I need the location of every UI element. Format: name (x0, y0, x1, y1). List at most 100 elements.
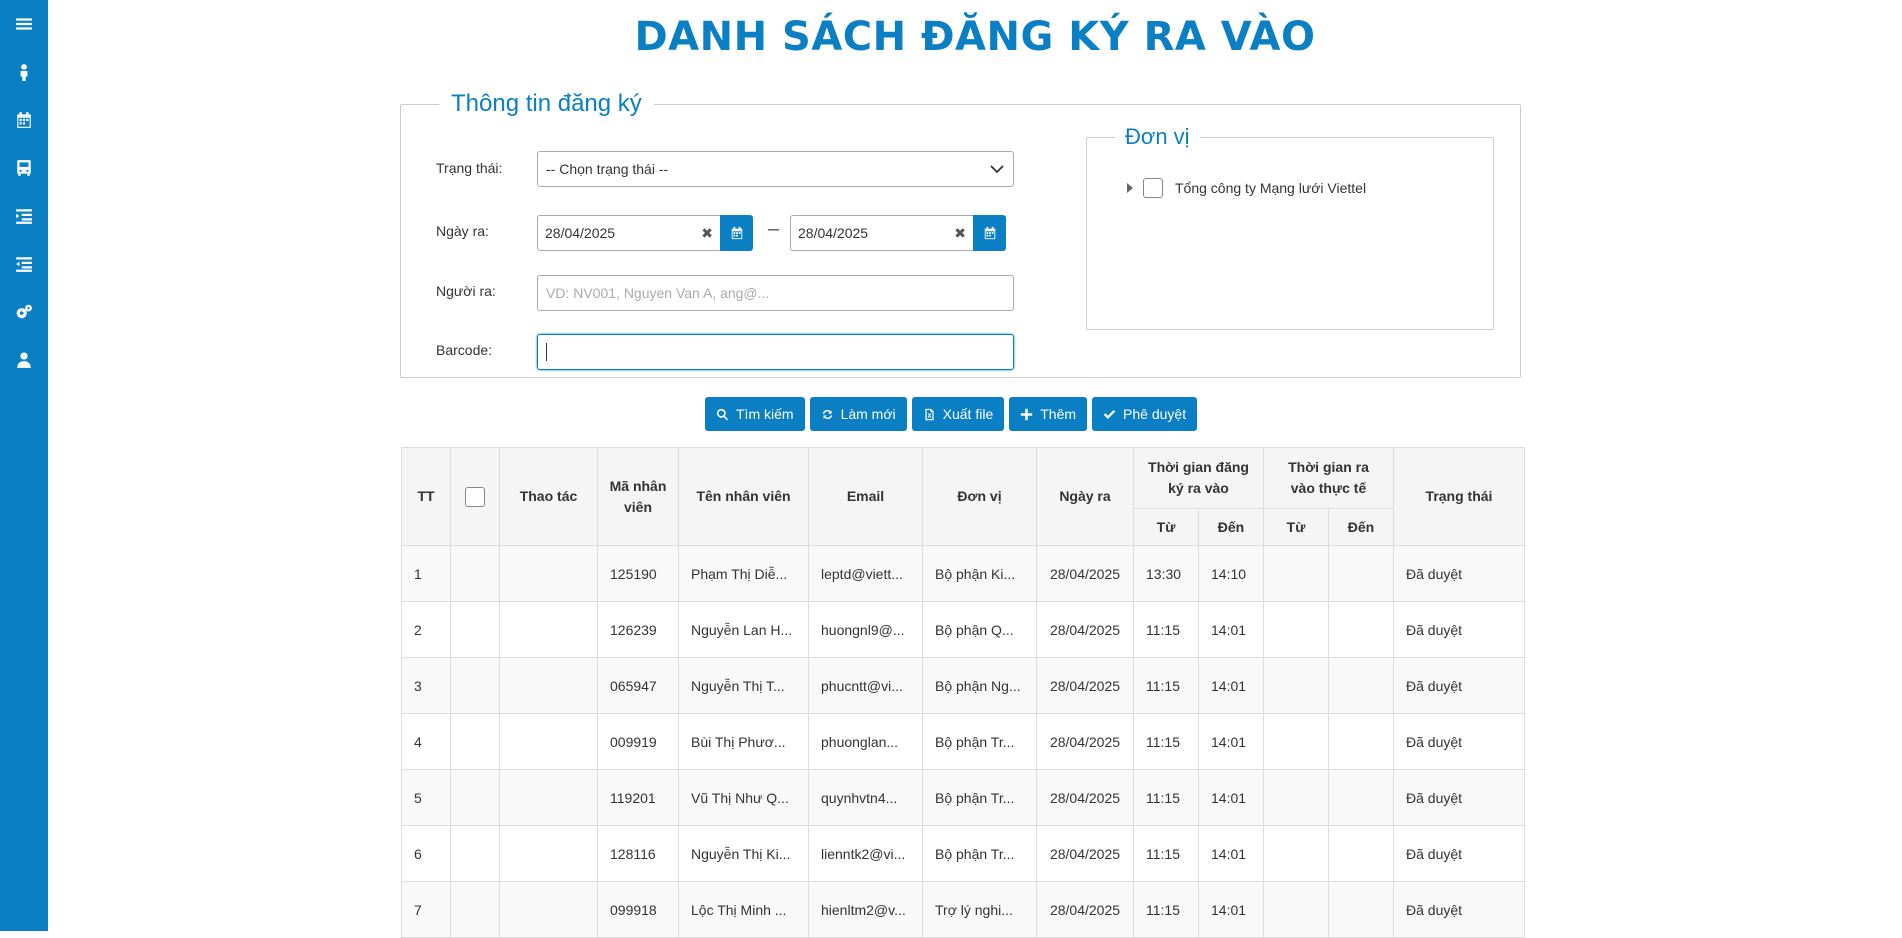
cell-action (499, 769, 598, 826)
cell-action (499, 713, 598, 770)
cell-reg-to: 14:01 (1198, 769, 1264, 826)
cell-reg-from: 11:15 (1133, 601, 1199, 658)
cell-act-to (1328, 713, 1394, 770)
approve-button[interactable]: Phê duyệt (1092, 397, 1198, 431)
plus-icon (1021, 408, 1033, 420)
unit-tree-label[interactable]: Tổng công ty Mạng lưới Viettel (1175, 180, 1366, 196)
cell-tt: 1 (401, 545, 451, 602)
user-icon[interactable] (0, 340, 48, 380)
cell-code: 128116 (597, 825, 679, 882)
date-to-group: 28/04/2025 ✖ (790, 215, 1006, 251)
refresh-button[interactable]: Làm mới (809, 397, 907, 431)
list-outdent-icon[interactable] (0, 244, 48, 284)
cell-date: 28/04/2025 (1036, 881, 1134, 938)
table-row[interactable]: 5 119201 Vũ Thị Như Q... quynhvtn4... Bộ phậ… (401, 769, 1525, 826)
cell-name[interactable]: Bùi Thị Phươ... (678, 713, 809, 770)
table-row[interactable]: 4 009919 Bùi Thị Phươ... phuonglan... Bộ phậ… (401, 713, 1525, 770)
cell-act-to (1328, 769, 1394, 826)
select-all-checkbox[interactable] (465, 487, 485, 508)
cell-date: 28/04/2025 (1036, 769, 1134, 826)
cell-action (499, 545, 598, 602)
cell-act-from (1263, 713, 1329, 770)
add-button-label: Thêm (1040, 406, 1077, 422)
col-header-reg-time: Thời gian đăng ký ra vào (1133, 447, 1264, 509)
cell-unit: Bộ phận Ki... (922, 545, 1037, 602)
col-header-actual-time: Thời gian ra vào thực tế (1263, 447, 1394, 509)
date-from-calendar-button[interactable] (720, 215, 753, 251)
cell-status: Đã duyệt (1393, 601, 1525, 658)
cell-act-to (1328, 881, 1394, 938)
col-header-reg-to: Đến (1198, 508, 1264, 546)
page-title: DANH SÁCH ĐĂNG KÝ RA VÀO (634, 14, 1316, 60)
cell-email[interactable]: phuonglan... (808, 713, 923, 770)
search-button[interactable]: Tìm kiếm (705, 397, 805, 431)
cell-status: Đã duyệt (1393, 769, 1525, 826)
date-from-group: 28/04/2025 ✖ (537, 215, 753, 251)
person-input[interactable]: VD: NV001, Nguyen Van A, ang@... (537, 275, 1014, 311)
check-icon (1103, 409, 1116, 419)
cell-status: Đã duyệt (1393, 881, 1525, 938)
status-select[interactable]: -- Chọn trạng thái -- (537, 151, 1014, 187)
cell-email[interactable]: phucntt@vi... (808, 657, 923, 714)
menu-icon[interactable] (0, 4, 48, 44)
col-header-select (450, 447, 500, 546)
calendar-icon[interactable] (0, 100, 48, 140)
cell-reg-to: 14:01 (1198, 657, 1264, 714)
table-row[interactable]: 2 126239 Nguyễn Lan H... huongnl9@... Bộ phậ… (401, 601, 1525, 658)
text-caret (546, 343, 547, 361)
cell-status: Đã duyệt (1393, 657, 1525, 714)
clear-date-from-icon[interactable]: ✖ (701, 225, 713, 242)
person-icon[interactable] (0, 52, 48, 92)
refresh-button-label: Làm mới (840, 406, 896, 422)
cell-email[interactable]: lienntk2@vi... (808, 825, 923, 882)
cell-name[interactable]: Nguyễn Thị Ki... (678, 825, 809, 882)
cell-date: 28/04/2025 (1036, 657, 1134, 714)
expand-arrow-icon[interactable] (1127, 183, 1133, 193)
table-row[interactable]: 7 099918 Lộc Thị Minh ... hienltm2@v... Trợ … (401, 881, 1525, 938)
cell-name[interactable]: Vũ Thị Như Q... (678, 769, 809, 826)
table-row[interactable]: 6 128116 Nguyễn Thị Ki... lienntk2@vi... Bộ … (401, 825, 1525, 882)
person-label: Người ra: (436, 283, 496, 299)
cell-reg-to: 14:01 (1198, 601, 1264, 658)
cell-unit: Trợ lý nghi... (922, 881, 1037, 938)
unit-checkbox[interactable] (1143, 178, 1163, 198)
cell-select (450, 713, 500, 770)
cell-select (450, 601, 500, 658)
settings-icon[interactable] (0, 292, 48, 332)
barcode-input[interactable] (537, 334, 1014, 370)
col-header-tt: TT (401, 447, 451, 546)
unit-tree-node: Tổng công ty Mạng lưới Viettel (1127, 178, 1366, 198)
table-row[interactable]: 1 125190 Phạm Thị Diễ... leptd@viett... Bộ p… (401, 545, 1525, 602)
cell-name[interactable]: Lộc Thị Minh ... (678, 881, 809, 938)
cell-reg-to: 14:01 (1198, 825, 1264, 882)
cell-reg-from: 11:15 (1133, 657, 1199, 714)
cell-name[interactable]: Nguyễn Thị T... (678, 657, 809, 714)
list-indent-icon[interactable] (0, 196, 48, 236)
add-button[interactable]: Thêm (1009, 397, 1088, 431)
cell-status: Đã duyệt (1393, 545, 1525, 602)
cell-date: 28/04/2025 (1036, 545, 1134, 602)
cell-act-to (1328, 601, 1394, 658)
date-to-input[interactable]: 28/04/2025 ✖ (790, 215, 973, 251)
cell-code: 065947 (597, 657, 679, 714)
date-to-calendar-button[interactable] (973, 215, 1006, 251)
cell-email[interactable]: huongnl9@... (808, 601, 923, 658)
cell-action (499, 825, 598, 882)
date-to-value: 28/04/2025 (798, 225, 869, 241)
date-from-input[interactable]: 28/04/2025 ✖ (537, 215, 720, 251)
export-button[interactable]: Xuất file (911, 397, 1005, 431)
cell-tt: 7 (401, 881, 451, 938)
cell-status: Đã duyệt (1393, 825, 1525, 882)
status-label: Trạng thái: (436, 160, 503, 176)
cell-reg-to: 14:01 (1198, 713, 1264, 770)
table-row[interactable]: 3 065947 Nguyễn Thị T... phucntt@vi... Bộ ph… (401, 657, 1525, 714)
cell-action (499, 601, 598, 658)
cell-email[interactable]: leptd@viett... (808, 545, 923, 602)
cell-name[interactable]: Nguyễn Lan H... (678, 601, 809, 658)
cell-email[interactable]: quynhvtn4... (808, 769, 923, 826)
bus-icon[interactable] (0, 148, 48, 188)
cell-tt: 4 (401, 713, 451, 770)
cell-email[interactable]: hienltm2@v... (808, 881, 923, 938)
cell-name[interactable]: Phạm Thị Diễ... (678, 545, 809, 602)
clear-date-to-icon[interactable]: ✖ (954, 225, 966, 242)
